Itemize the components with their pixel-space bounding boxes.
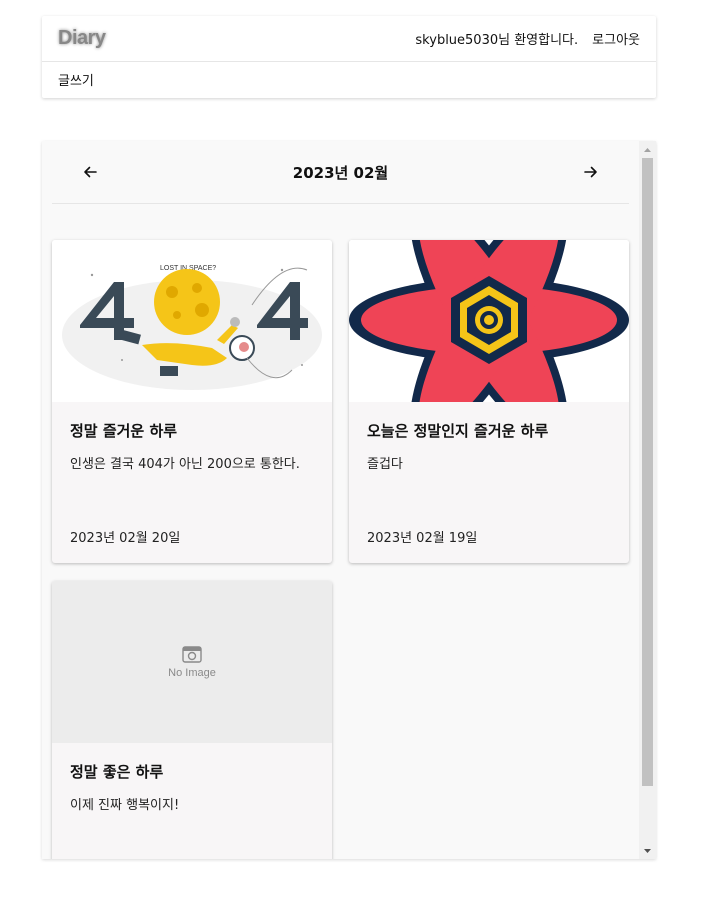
header-menu: 글쓰기 [42,62,656,97]
logout-link[interactable]: 로그아웃 [592,29,640,48]
card-title: 정말 즐거운 하루 [70,422,178,440]
header-top-bar: Diary skyblue5030님 환영합니다. 로그아웃 [42,16,656,62]
diary-card[interactable]: No Image 정말 좋은 하루 이제 진짜 행복이지! [52,581,332,859]
card-date: 2023년 02월 19일 [367,531,478,546]
logo[interactable]: Diary [58,27,106,50]
card-image-react [349,240,629,402]
scrollbar-thumb[interactable] [642,158,653,786]
prev-month-button[interactable] [70,152,110,192]
diary-card[interactable]: 오늘은 정말인지 즐거운 하루 즐겁다 2023년 02월 19일 [349,240,629,563]
card-image-404: LOST IN SPACE? [52,240,332,402]
scroll-down-button[interactable] [639,842,656,859]
card-content: 이제 진짜 행복이지! [70,798,180,813]
card-body: 오늘은 정말인지 즐거운 하루 즐겁다 2023년 02월 19일 [349,402,629,562]
lost-in-space-illustration: LOST IN SPACE? [62,265,322,390]
card-body: 정말 좋은 하루 이제 진짜 행복이지! [52,743,332,859]
react-logo-illustration [349,240,629,402]
card-body: 정말 즐거운 하루 인생은 결국 404가 아닌 200으로 통한다. 2023… [52,402,332,562]
site-header: Diary skyblue5030님 환영합니다. 로그아웃 글쓰기 [42,16,656,98]
month-title: 2023년 02월 [292,163,389,182]
month-navigation: 2023년 02월 [52,141,629,204]
welcome-text: skyblue5030님 환영합니다. [415,33,579,48]
scroll-up-button[interactable] [639,141,656,158]
scroll-up-arrow-icon [644,147,651,152]
card-date: 2023년 02월 20일 [70,531,181,546]
arrow-right-icon [584,166,597,178]
user-area: skyblue5030님 환영합니다. 로그아웃 [415,29,640,48]
card-content: 인생은 결국 404가 아닌 200으로 통한다. [70,457,300,472]
camera-icon [182,646,202,663]
no-image-label: No Image [168,667,216,679]
scroll-down-arrow-icon [644,848,651,853]
diary-list-scroll-area: 2023년 02월 LOST IN SPACE? 정말 즐거운 하루 인생은 결… [42,141,639,859]
card-title: 정말 좋은 하루 [70,763,164,781]
vertical-scrollbar[interactable] [639,141,656,859]
arrow-left-icon [84,166,97,178]
write-link[interactable]: 글쓰기 [58,70,94,89]
no-image-placeholder: No Image [52,581,332,743]
next-month-button[interactable] [571,152,611,192]
diary-card[interactable]: LOST IN SPACE? 정말 즐거운 하루 인생은 결국 404가 아닌 … [52,240,332,563]
diary-panel: 2023년 02월 LOST IN SPACE? 정말 즐거운 하루 인생은 결… [42,141,656,859]
card-title: 오늘은 정말인지 즐거운 하루 [367,422,549,440]
card-content: 즐겁다 [367,457,403,472]
